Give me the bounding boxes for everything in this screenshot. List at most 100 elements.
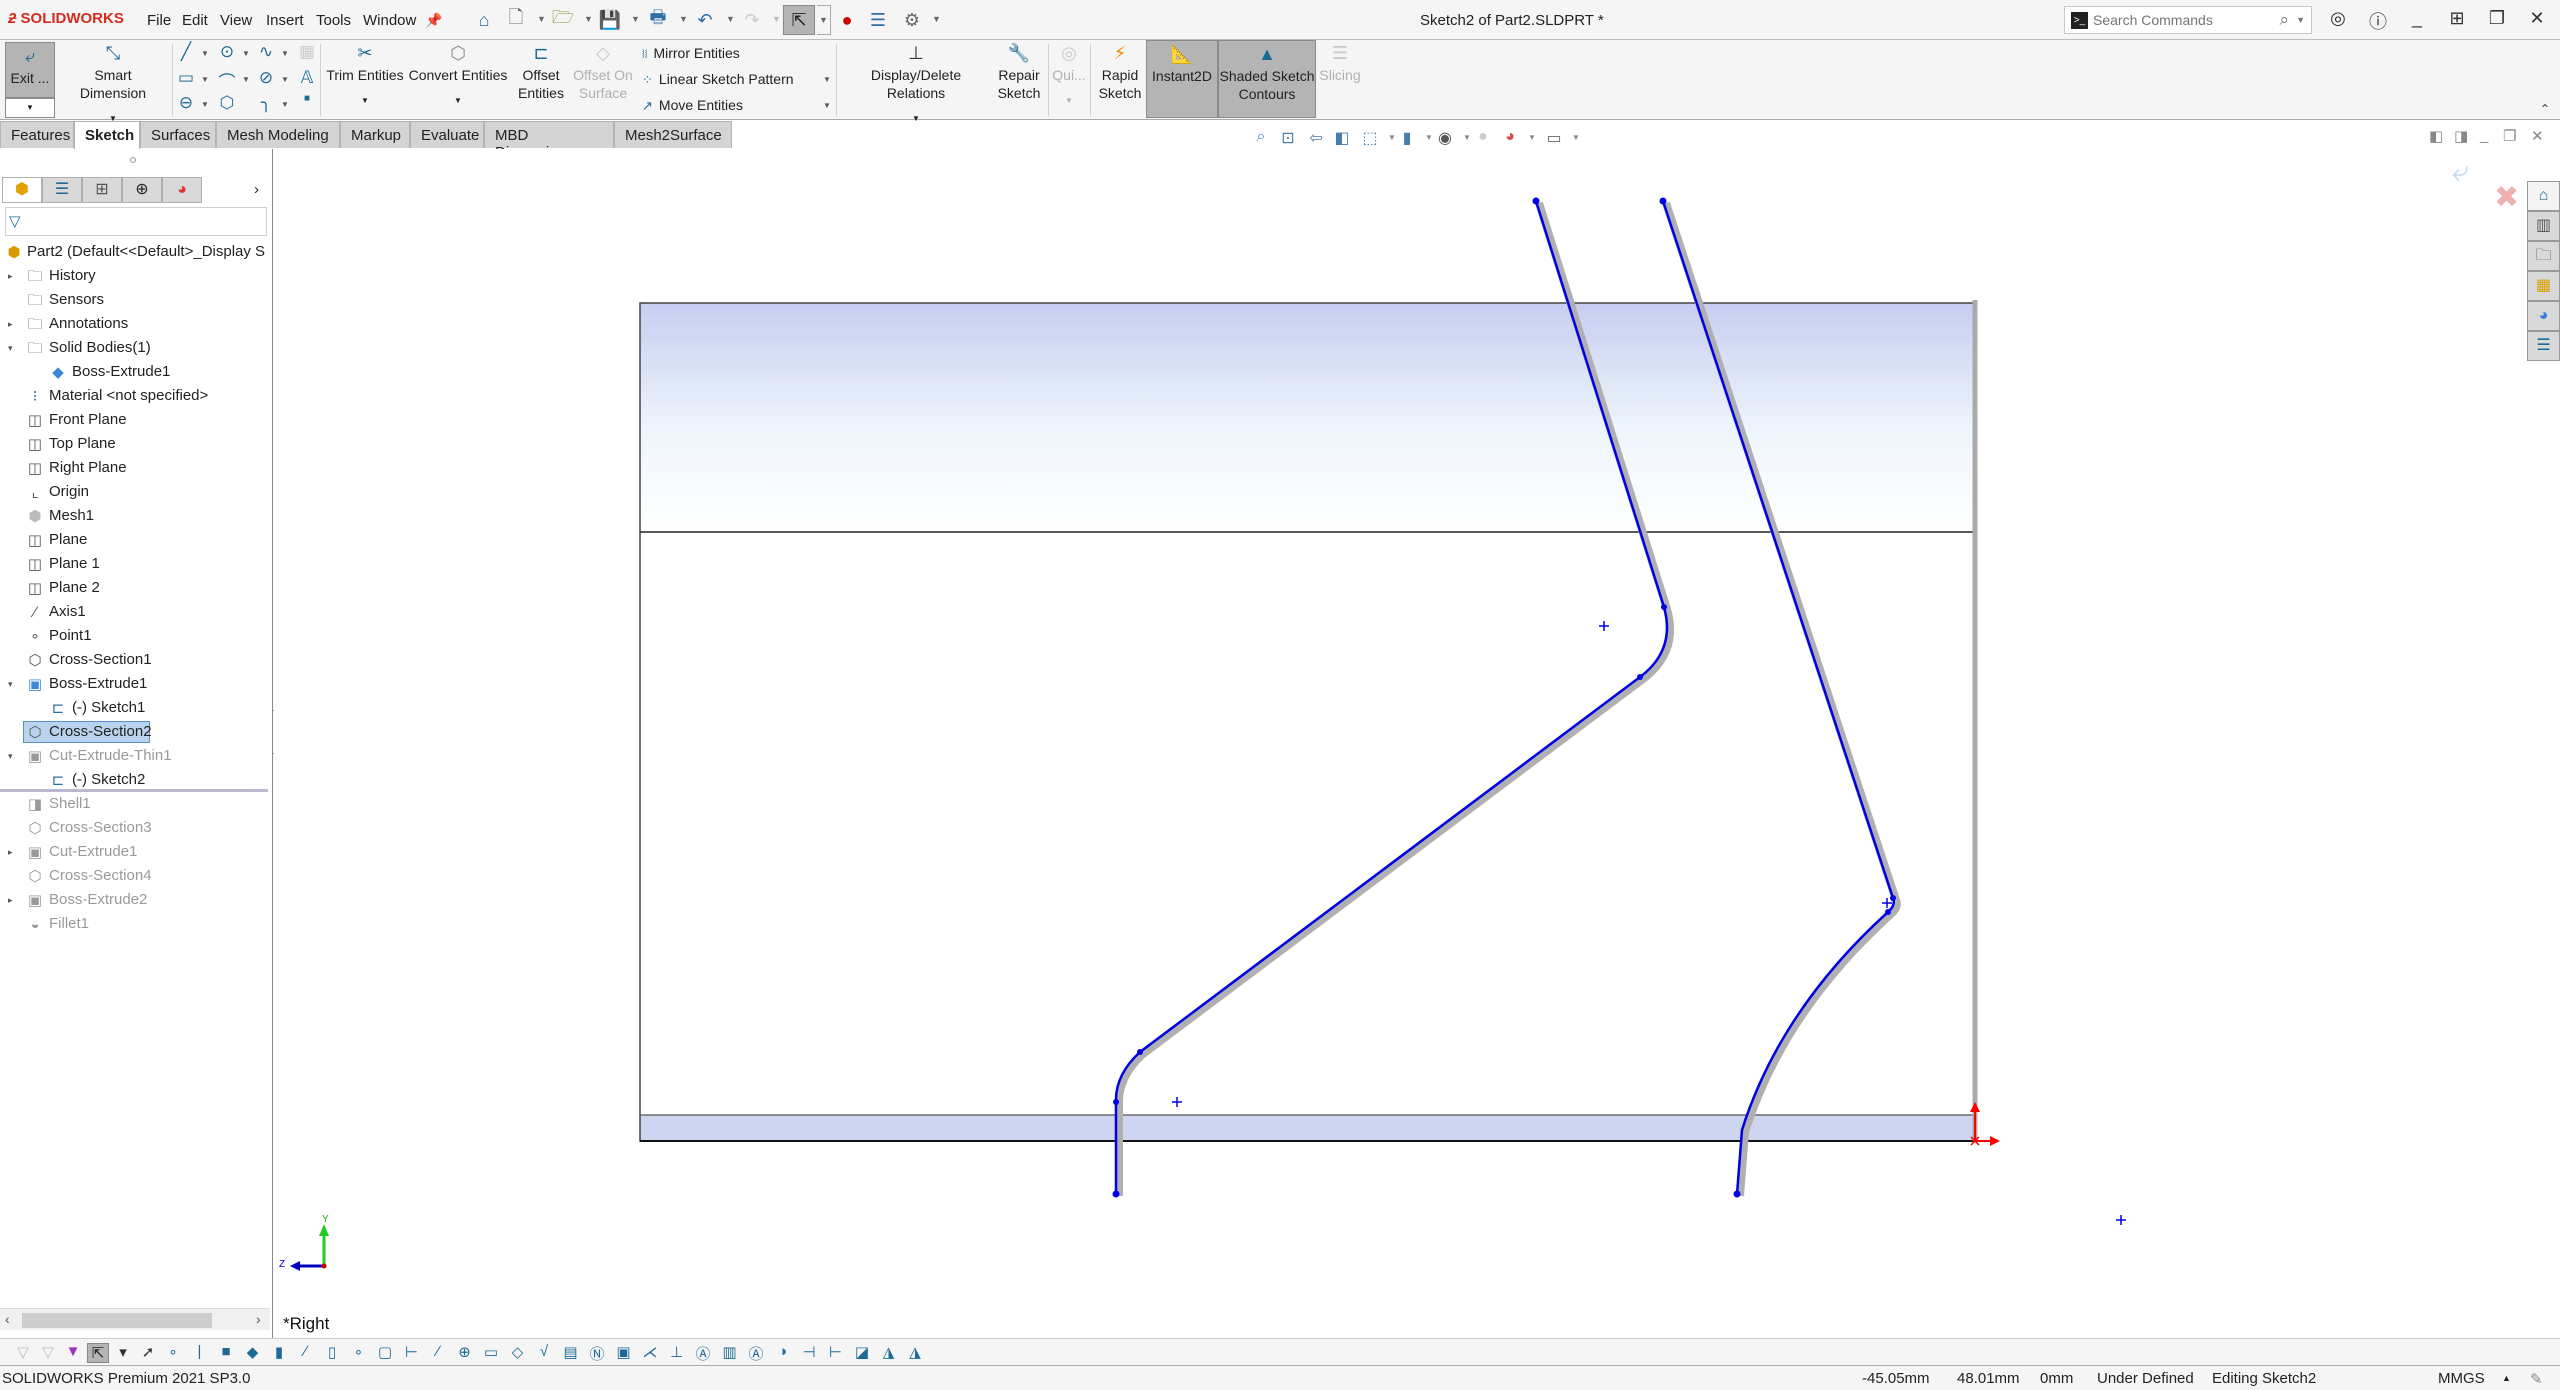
rapid-sketch-button[interactable]: ⚡ Rapid Sketch: [1094, 40, 1146, 120]
doc-tile-left-icon[interactable]: ◧: [2429, 127, 2443, 145]
sketch-point[interactable]: [1637, 674, 1643, 680]
scroll-right-icon[interactable]: ›: [256, 1311, 261, 1327]
rebuild-icon[interactable]: ●: [835, 8, 859, 32]
select-arrow-icon[interactable]: ⇱: [87, 1343, 109, 1363]
instant2d-button[interactable]: 📐 Instant2D: [1146, 40, 1218, 118]
trim-dropdown[interactable]: ▼: [324, 92, 406, 110]
select-other-icon[interactable]: ➚: [137, 1343, 159, 1361]
print-dropdown[interactable]: ▼: [679, 14, 688, 24]
arc-dropdown[interactable]: ▼: [242, 75, 250, 84]
select-icon[interactable]: ⇱: [783, 5, 815, 35]
filter-routing-points-icon[interactable]: ⊣: [798, 1343, 820, 1361]
move-dropdown[interactable]: ▼: [823, 101, 831, 110]
search-dropdown-icon[interactable]: ▼: [2296, 15, 2305, 25]
options-icon[interactable]: ⚙: [900, 8, 924, 32]
sketch-point[interactable]: [1661, 604, 1667, 610]
filter-vertices-icon[interactable]: ∘: [162, 1343, 184, 1361]
filter-sketch-points-icon[interactable]: ∘: [348, 1343, 370, 1361]
quick-snaps-button[interactable]: ◎ Qui... ▼: [1050, 40, 1088, 120]
offset-entities-button[interactable]: ⊏ Offset Entities: [510, 40, 572, 120]
view-orientation-icon[interactable]: ⬚: [1360, 128, 1380, 148]
filter-center-marks-icon[interactable]: ∕: [427, 1343, 449, 1360]
redo-dropdown[interactable]: ▼: [772, 14, 781, 24]
sketch-point[interactable]: [1137, 1049, 1143, 1055]
sketch-point[interactable]: [1890, 895, 1896, 901]
solidworks-resources-tab[interactable]: ⌂: [2527, 181, 2560, 211]
ellipse-icon[interactable]: ⊘: [255, 68, 277, 88]
customize-status-icon[interactable]: ✎: [2530, 1370, 2543, 1388]
open-icon[interactable]: 🗁: [551, 7, 575, 32]
filter-faces-icon[interactable]: ■: [215, 1343, 237, 1360]
scroll-thumb[interactable]: [22, 1313, 212, 1328]
tab-surfaces[interactable]: Surfaces: [140, 121, 216, 148]
linear-sketch-pattern-button[interactable]: ⁘ Linear Sketch Pattern: [642, 71, 794, 88]
point-icon[interactable]: ■: [296, 93, 318, 104]
tab-features[interactable]: Features: [0, 121, 74, 148]
filter-mate-references-icon[interactable]: ◑: [772, 1343, 794, 1360]
unit-system[interactable]: MMGS: [2438, 1370, 2485, 1387]
tab-sketch[interactable]: Sketch: [74, 121, 140, 149]
pin-icon[interactable]: 📌: [422, 8, 446, 32]
slot-icon[interactable]: ⊖: [175, 93, 197, 113]
scroll-left-icon[interactable]: ‹: [5, 1311, 10, 1327]
sketch-origin[interactable]: [1970, 1102, 2000, 1146]
filter-surface-finish-icon[interactable]: ◇: [507, 1343, 529, 1361]
panel-grip-icon[interactable]: [130, 157, 136, 163]
spline-dropdown[interactable]: ▼: [281, 49, 289, 58]
repair-sketch-button[interactable]: 🔧 Repair Sketch: [992, 40, 1046, 120]
doc-close-icon[interactable]: ✕: [2531, 127, 2544, 145]
pattern-dropdown[interactable]: ▼: [823, 75, 831, 84]
arc-center-mark[interactable]: [2116, 1215, 2126, 1225]
print-icon[interactable]: 🖶: [646, 7, 670, 32]
filter-solid-bodies-icon[interactable]: ▮: [268, 1343, 290, 1361]
offset-on-surface-button[interactable]: ◇ Offset On Surface: [572, 40, 634, 120]
filter-clear-icon[interactable]: ▽: [37, 1343, 59, 1361]
menu-window[interactable]: Window: [363, 12, 416, 29]
move-entities-button[interactable]: ↗ Move Entities: [642, 97, 743, 114]
expand-arrow-icon[interactable]: ▸: [8, 313, 13, 335]
filter-center-of-mass-icon[interactable]: Ⓐ: [745, 1343, 767, 1364]
view-settings-icon[interactable]: ▭: [1544, 128, 1564, 148]
menu-file[interactable]: File: [147, 12, 171, 29]
section-view-icon[interactable]: ◧: [1332, 128, 1352, 148]
polygon-icon[interactable]: ⬡: [216, 93, 238, 113]
menu-view[interactable]: View: [220, 12, 252, 29]
filter-edges-icon[interactable]: |: [189, 1343, 211, 1360]
search-commands[interactable]: >_ ⌕ ▼: [2064, 6, 2312, 34]
save-dropdown[interactable]: ▼: [631, 14, 640, 24]
filter-cosmetic-threads-icon[interactable]: Ⓐ: [692, 1343, 714, 1364]
line-dropdown[interactable]: ▼: [201, 49, 209, 58]
shaded-sketch-contours-button[interactable]: ▲ Shaded Sketch Contours: [1218, 40, 1316, 118]
select-dropdown[interactable]: ▼: [817, 5, 831, 35]
fillet-dropdown[interactable]: ▼: [281, 100, 289, 109]
dimxpertmanager-tab[interactable]: ⊕: [122, 177, 162, 203]
search-icon[interactable]: ⌕: [2279, 10, 2289, 30]
custom-properties-tab[interactable]: ☰: [2527, 331, 2560, 361]
tree-filter[interactable]: ▽: [5, 207, 267, 236]
open-dropdown[interactable]: ▼: [584, 14, 593, 24]
doc-minimize-icon[interactable]: _: [2480, 127, 2488, 144]
spline-icon[interactable]: ∿: [255, 42, 277, 62]
minimize-icon[interactable]: _: [2404, 8, 2430, 29]
appearances-tab[interactable]: ◕: [2527, 301, 2560, 331]
exit-sketch-dropdown[interactable]: ▼: [5, 98, 55, 118]
filter-balloons-icon[interactable]: Ⓝ: [586, 1343, 608, 1364]
panel-expand-arrow[interactable]: ›: [254, 181, 259, 198]
tab-markup[interactable]: Markup: [340, 121, 410, 148]
featuremanager-tab[interactable]: ⬢: [2, 177, 42, 203]
doc-restore-icon[interactable]: ❐: [2503, 127, 2516, 145]
filter-centerline-icon[interactable]: ⊕: [454, 1343, 476, 1361]
expand-arrow-icon[interactable]: ▸: [8, 841, 13, 863]
sketch-point[interactable]: [1113, 1099, 1119, 1105]
undo-dropdown[interactable]: ▼: [726, 14, 735, 24]
trim-entities-button[interactable]: ✂ Trim Entities ▼: [324, 40, 406, 120]
convert-dropdown[interactable]: ▼: [408, 92, 508, 110]
surface-grid-icon[interactable]: ▦: [296, 42, 318, 62]
view-settings-dropdown[interactable]: ▼: [1566, 133, 1586, 142]
filter-datum-targets-icon[interactable]: ⊥: [666, 1343, 688, 1361]
smart-dimension-button[interactable]: ⤡ Smart Dimension ▼: [60, 40, 166, 123]
filter-dimensions-icon[interactable]: ▭: [480, 1343, 502, 1361]
user-icon[interactable]: ◎: [2325, 8, 2351, 29]
zoom-to-fit-icon[interactable]: ⌕: [1251, 128, 1271, 146]
slicing-button[interactable]: ☰ Slicing: [1318, 40, 1362, 120]
